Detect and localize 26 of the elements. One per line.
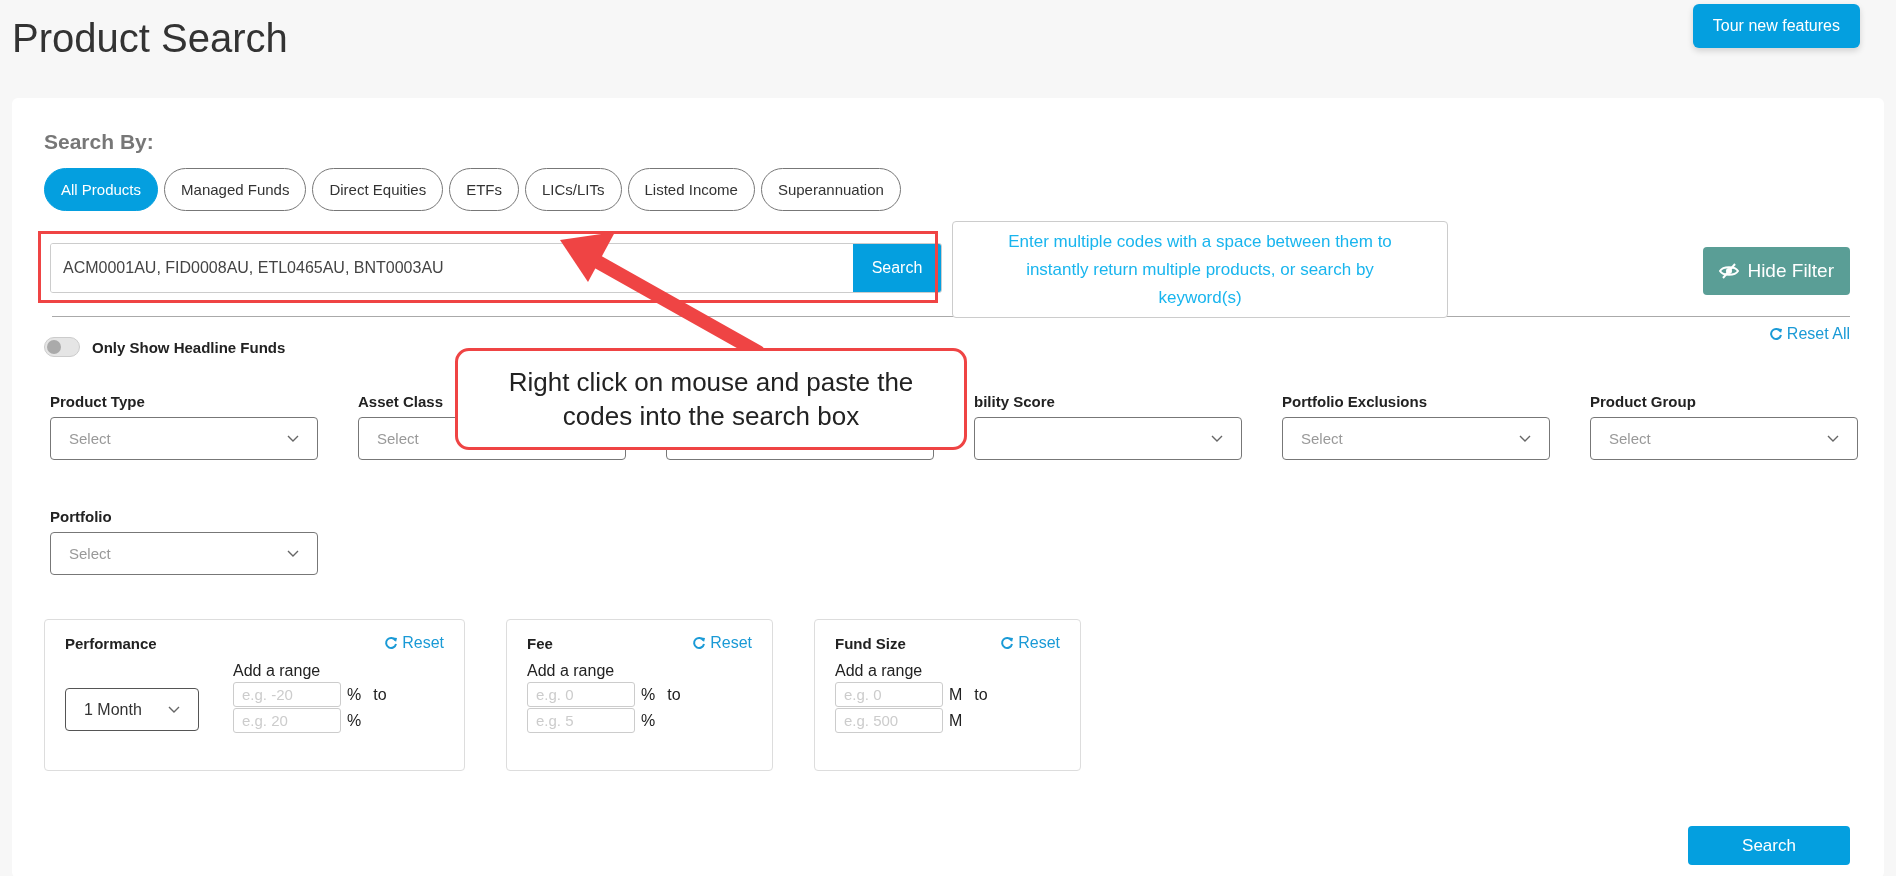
annotation-tooltip: Right click on mouse and paste the codes into the search box [455, 348, 967, 450]
filter-label: Asset Class [358, 393, 445, 411]
tooltip: Enter multiple codes with a space between them to instantly return multiple products, or search by keyword(s) [952, 221, 1448, 318]
filter-label: Portfolio [50, 508, 113, 526]
unit-label: % [347, 685, 362, 704]
page-title: Product Search [12, 16, 288, 61]
to-label: to [667, 685, 681, 704]
to-label: to [974, 685, 988, 704]
unit-label: M [949, 711, 963, 730]
filter-label: bility Score [974, 393, 1056, 411]
range-label: Add a range [527, 662, 616, 680]
panel-title: Performance [65, 634, 157, 652]
toggle-label: Only Show Headline Funds [92, 338, 286, 356]
range-label: Add a range [233, 662, 322, 680]
unit-label: % [641, 711, 656, 730]
filter-label: Product Type [50, 393, 146, 411]
filter-label: Portfolio Exclusions [1282, 393, 1429, 411]
range-label: Add a range [835, 662, 924, 680]
unit-label: % [641, 685, 656, 704]
to-label: to [373, 685, 387, 704]
panel-title: Fund Size [835, 634, 906, 652]
search-by-label: Search By: [44, 130, 155, 154]
unit-label: M [949, 685, 963, 704]
unit-label: % [347, 711, 362, 730]
panel-title: Fee [527, 634, 553, 652]
filter-label: Product Group [1590, 393, 1697, 411]
